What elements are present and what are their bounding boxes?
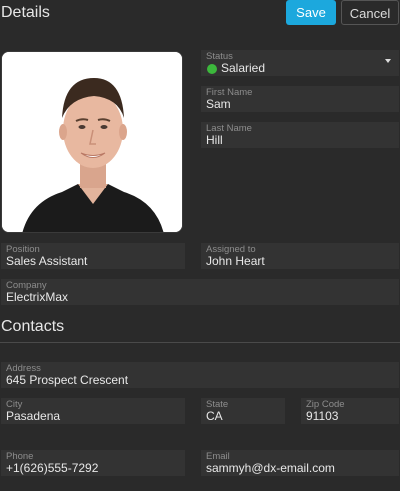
status-indicator-icon <box>207 64 217 74</box>
last-name-value: Hill <box>206 133 223 147</box>
zip-code-field[interactable]: Zip Code 91103 <box>301 398 399 424</box>
company-field[interactable]: Company ElectrixMax <box>1 279 399 305</box>
zip-code-value: 91103 <box>306 409 339 423</box>
details-title: Details <box>1 4 50 21</box>
save-button[interactable]: Save <box>286 0 336 25</box>
first-name-field[interactable]: First Name Sam <box>201 86 399 112</box>
status-select[interactable]: Status Salaried <box>201 50 399 76</box>
phone-value: +1(626)555-7292 <box>6 461 99 475</box>
city-value: Pasadena <box>6 409 61 423</box>
state-value: CA <box>206 409 223 423</box>
cancel-button[interactable]: Cancel <box>341 0 399 25</box>
company-value: ElectrixMax <box>6 290 69 304</box>
position-value: Sales Assistant <box>6 254 88 268</box>
first-name-value: Sam <box>206 97 231 111</box>
address-field[interactable]: Address 645 Prospect Crescent <box>1 362 399 388</box>
position-field[interactable]: Position Sales Assistant <box>1 243 185 269</box>
city-field[interactable]: City Pasadena <box>1 398 185 424</box>
phone-field[interactable]: Phone +1(626)555-7292 <box>1 450 185 476</box>
last-name-field[interactable]: Last Name Hill <box>201 122 399 148</box>
chevron-down-icon[interactable] <box>385 59 391 63</box>
assigned-to-field[interactable]: Assigned to John Heart <box>201 243 399 269</box>
email-field[interactable]: Email sammyh@dx-email.com <box>201 450 399 476</box>
contacts-title: Contacts <box>1 318 65 335</box>
status-value: Salaried <box>221 61 266 75</box>
employee-photo <box>1 51 183 233</box>
assigned-to-value: John Heart <box>206 254 265 268</box>
state-field[interactable]: State CA <box>201 398 285 424</box>
section-divider <box>0 342 400 343</box>
email-value: sammyh@dx-email.com <box>206 461 335 475</box>
address-value: 645 Prospect Crescent <box>6 373 129 387</box>
